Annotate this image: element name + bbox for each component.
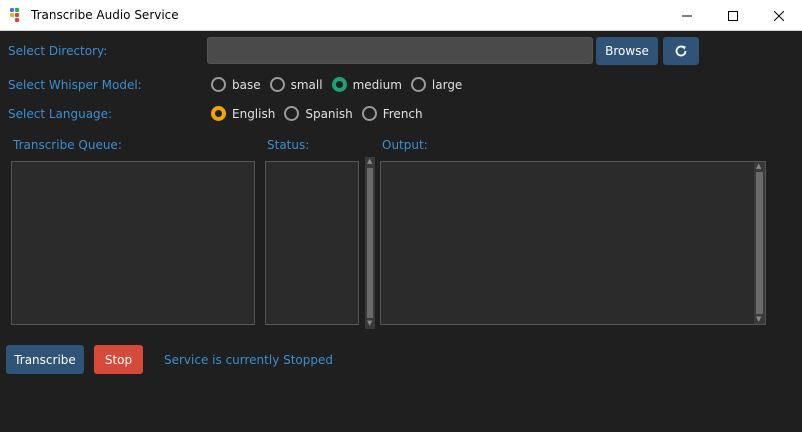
- transcribe-queue-list[interactable]: [11, 161, 255, 325]
- directory-label: Select Directory:: [8, 44, 108, 58]
- radio-indicator-selected: [211, 106, 226, 121]
- language-radio-spanish[interactable]: Spanish: [284, 106, 353, 121]
- window-title: Transcribe Audio Service: [31, 8, 179, 22]
- close-button[interactable]: [756, 0, 802, 31]
- model-radio-large[interactable]: large: [410, 77, 462, 92]
- queue-label: Transcribe Queue:: [13, 138, 122, 152]
- scroll-down-arrow-icon[interactable]: ▼: [756, 316, 761, 323]
- status-list[interactable]: [265, 161, 359, 325]
- model-radio-medium[interactable]: medium: [331, 77, 402, 92]
- directory-input[interactable]: [207, 37, 593, 64]
- scroll-thumb[interactable]: [756, 172, 763, 314]
- language-radio-french[interactable]: French: [361, 106, 423, 121]
- output-textarea[interactable]: [380, 161, 766, 325]
- radio-indicator: [211, 77, 226, 92]
- language-label: Select Language:: [8, 107, 113, 121]
- radio-indicator-selected: [331, 77, 347, 92]
- title-bar: Transcribe Audio Service: [0, 0, 802, 31]
- refresh-icon: [675, 45, 687, 57]
- scroll-thumb[interactable]: [367, 168, 373, 318]
- service-status-text: Service is currently Stopped: [164, 353, 334, 367]
- language-radio-group: English Spanish French: [211, 106, 432, 121]
- scroll-down-arrow-icon[interactable]: ▼: [367, 320, 372, 327]
- minimize-button[interactable]: [664, 0, 710, 31]
- scroll-up-arrow-icon[interactable]: ▲: [756, 163, 761, 170]
- model-radio-group: base small medium large: [211, 77, 471, 92]
- radio-indicator: [361, 106, 377, 121]
- maximize-button[interactable]: [710, 0, 756, 31]
- stop-button[interactable]: Stop: [94, 345, 143, 374]
- app-logo-icon: [10, 8, 24, 22]
- shared-scrollbar[interactable]: ▲ ▼: [365, 157, 375, 329]
- radio-indicator: [269, 77, 285, 92]
- model-radio-base[interactable]: base: [211, 77, 261, 92]
- maximize-icon: [728, 10, 738, 21]
- model-label: Select Whisper Model:: [8, 78, 142, 92]
- refresh-button[interactable]: [663, 37, 699, 65]
- browse-button[interactable]: Browse: [596, 37, 658, 65]
- status-label: Status:: [267, 138, 310, 152]
- minimize-icon: [682, 15, 692, 16]
- output-label: Output:: [382, 138, 428, 152]
- radio-indicator: [284, 106, 300, 121]
- close-icon: [774, 10, 784, 21]
- transcribe-button[interactable]: Transcribe: [6, 345, 84, 374]
- scroll-up-arrow-icon[interactable]: ▲: [367, 158, 372, 165]
- radio-indicator: [410, 77, 426, 92]
- output-scrollbar[interactable]: ▲ ▼: [754, 162, 765, 324]
- model-radio-small[interactable]: small: [269, 77, 323, 92]
- language-radio-english[interactable]: English: [211, 106, 275, 121]
